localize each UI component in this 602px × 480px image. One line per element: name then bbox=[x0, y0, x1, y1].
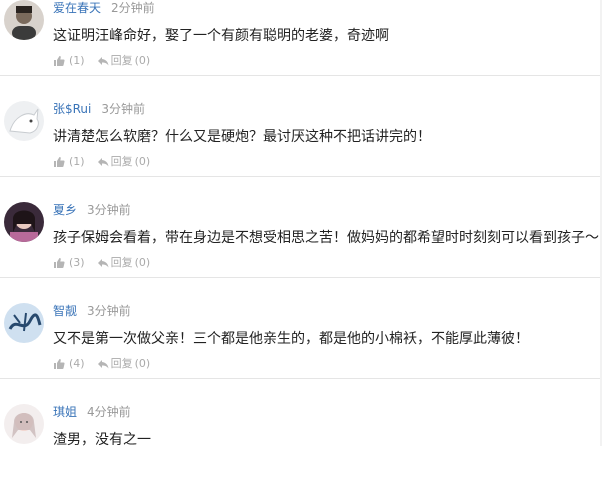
like-button[interactable]: (4) bbox=[53, 357, 85, 371]
reply-button[interactable]: 回复 (0) bbox=[97, 155, 151, 169]
like-button[interactable]: (1) bbox=[53, 54, 85, 68]
comment-meta: 爱在春天 2分钟前 bbox=[53, 0, 155, 16]
comment-meta: 琪姐 4分钟前 bbox=[53, 404, 131, 420]
comment-item: 智靓 3分钟前 又不是第一次做父亲！三个都是他亲生的，都是他的小棉袄，不能厚此薄彼… bbox=[0, 291, 602, 379]
avatar-woman-icon[interactable] bbox=[4, 404, 44, 444]
comment-time: 3分钟前 bbox=[101, 102, 146, 116]
comment-item: 爱在春天 2分钟前 这证明汪峰命好，娶了一个有颜有聪明的老婆，奇迹啊 (1) 回复… bbox=[0, 0, 602, 76]
reply-count: (0) bbox=[134, 54, 151, 67]
reply-label: 回复 bbox=[110, 54, 133, 67]
reply-button[interactable]: 回复 (0) bbox=[97, 256, 151, 270]
comment-text: 孩子保姆会看着，带在身边是不想受相思之苦！做妈妈的都希望时时刻刻可以看到孩子～ bbox=[53, 230, 599, 246]
comment-actions: (1) 回复 (0) bbox=[53, 155, 150, 169]
username-link[interactable]: 张$Rui bbox=[53, 102, 91, 116]
reply-arrow-icon bbox=[97, 360, 109, 369]
avatar-girl-icon[interactable] bbox=[4, 202, 44, 242]
thumbs-up-icon bbox=[54, 258, 65, 268]
comment-actions: (1) 回复 (0) bbox=[53, 54, 150, 68]
comment-text: 又不是第一次做父亲！三个都是他亲生的，都是他的小棉袄，不能厚此薄彼！ bbox=[53, 331, 529, 347]
reply-arrow-icon bbox=[97, 259, 109, 268]
comment-time: 2分钟前 bbox=[111, 1, 155, 15]
avatar-white-fox-icon[interactable] bbox=[4, 101, 44, 141]
comment-text: 讲清楚怎么软磨？什么又是硬炮？最讨厌这种不把话讲完的！ bbox=[53, 129, 431, 145]
reply-label: 回复 bbox=[110, 155, 133, 168]
reply-arrow-icon bbox=[97, 158, 109, 167]
comment-actions: (4) 回复 (0) bbox=[53, 357, 150, 371]
reply-button[interactable]: 回复 (0) bbox=[97, 357, 151, 371]
avatar-blue-calligraphy-icon[interactable] bbox=[4, 303, 44, 343]
username-link[interactable]: 爱在春天 bbox=[53, 1, 101, 15]
reply-arrow-icon bbox=[97, 57, 109, 66]
comment-item: 张$Rui 3分钟前 讲清楚怎么软磨？什么又是硬炮？最讨厌这种不把话讲完的！ (1… bbox=[0, 89, 602, 177]
comment-text: 渣男，没有之一 bbox=[53, 432, 151, 448]
reply-count: (0) bbox=[134, 357, 151, 370]
like-count: (1) bbox=[69, 54, 85, 67]
reply-label: 回复 bbox=[110, 256, 133, 269]
reply-count: (0) bbox=[134, 256, 151, 269]
like-button[interactable]: (3) bbox=[53, 256, 85, 270]
like-count: (3) bbox=[69, 256, 85, 269]
like-count: (1) bbox=[69, 155, 85, 168]
thumbs-up-icon bbox=[54, 359, 65, 369]
comment-meta: 夏乡 3分钟前 bbox=[53, 202, 131, 218]
comment-list: 爱在春天 2分钟前 这证明汪峰命好，娶了一个有颜有聪明的老婆，奇迹啊 (1) 回复… bbox=[0, 0, 602, 480]
comment-time: 3分钟前 bbox=[87, 304, 131, 318]
reply-label: 回复 bbox=[110, 357, 133, 370]
reply-count: (0) bbox=[134, 155, 151, 168]
comment-item: 夏乡 3分钟前 孩子保姆会看着，带在身边是不想受相思之苦！做妈妈的都希望时时刻刻可… bbox=[0, 190, 602, 278]
comment-time: 4分钟前 bbox=[87, 405, 131, 419]
like-button[interactable]: (1) bbox=[53, 155, 85, 169]
comment-meta: 张$Rui 3分钟前 bbox=[53, 101, 145, 117]
username-link[interactable]: 夏乡 bbox=[53, 203, 77, 217]
avatar-boy-icon[interactable] bbox=[4, 0, 44, 40]
comment-time: 3分钟前 bbox=[87, 203, 131, 217]
thumbs-up-icon bbox=[54, 157, 65, 167]
comment-meta: 智靓 3分钟前 bbox=[53, 303, 131, 319]
thumbs-up-icon bbox=[54, 56, 65, 66]
comment-actions: (3) 回复 (0) bbox=[53, 256, 150, 270]
comment-item: 琪姐 4分钟前 渣男，没有之一 bbox=[0, 392, 602, 480]
comment-text: 这证明汪峰命好，娶了一个有颜有聪明的老婆，奇迹啊 bbox=[53, 28, 389, 44]
username-link[interactable]: 智靓 bbox=[53, 304, 77, 318]
like-count: (4) bbox=[69, 357, 85, 370]
reply-button[interactable]: 回复 (0) bbox=[97, 54, 151, 68]
username-link[interactable]: 琪姐 bbox=[53, 405, 77, 419]
